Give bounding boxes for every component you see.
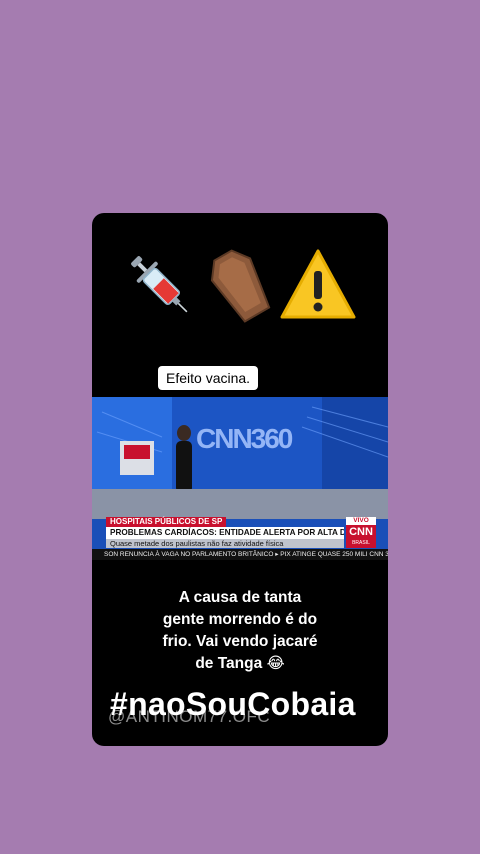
news-ticker: SON RENUNCIA À VAGA NO PARLAMENTO BRITÂN… [92, 549, 388, 560]
caption-label: Efeito vacina. [158, 366, 259, 390]
chyron-tag: HOSPITAIS PÚBLICOS DE SP [106, 517, 227, 527]
news-screenshot: CNN360 HOSPITAIS PÚBLICOS DE SP PROBLEMA… [92, 397, 388, 560]
story-card: Efeito vacina. CNN360 HOSPITAIS PÚBLICOS… [92, 213, 388, 746]
chyron-headline: PROBLEMAS CARDÍACOS: ENTIDADE ALERTA POR… [106, 527, 344, 539]
story-caption: A causa de tanta gente morrendo é do fri… [92, 587, 388, 675]
syringe-icon [131, 256, 188, 313]
hashtag-text[interactable]: #naoSouCobaia [110, 686, 356, 723]
caption-line: de Tanga 😂 [195, 655, 285, 672]
live-badge: VIVO [346, 517, 376, 525]
caption-line: gente morrendo é do [162, 611, 318, 628]
studio-floor [92, 489, 388, 519]
warning-icon [280, 249, 356, 319]
chyron-subheadline: Quase metade dos paulistas não faz ativi… [106, 539, 344, 548]
emoji-row [92, 245, 388, 325]
network-logo-sub: BRASIL [352, 540, 370, 546]
cnn360-backdrop: CNN360 [196, 423, 293, 454]
network-logo-text: CNN [349, 526, 373, 538]
caption-line: A causa de tanta [178, 589, 302, 606]
caption-line: frio. Vai vendo jacaré [162, 633, 318, 650]
coffin-icon [210, 249, 271, 323]
network-logo: CNN BRASIL [346, 525, 376, 548]
